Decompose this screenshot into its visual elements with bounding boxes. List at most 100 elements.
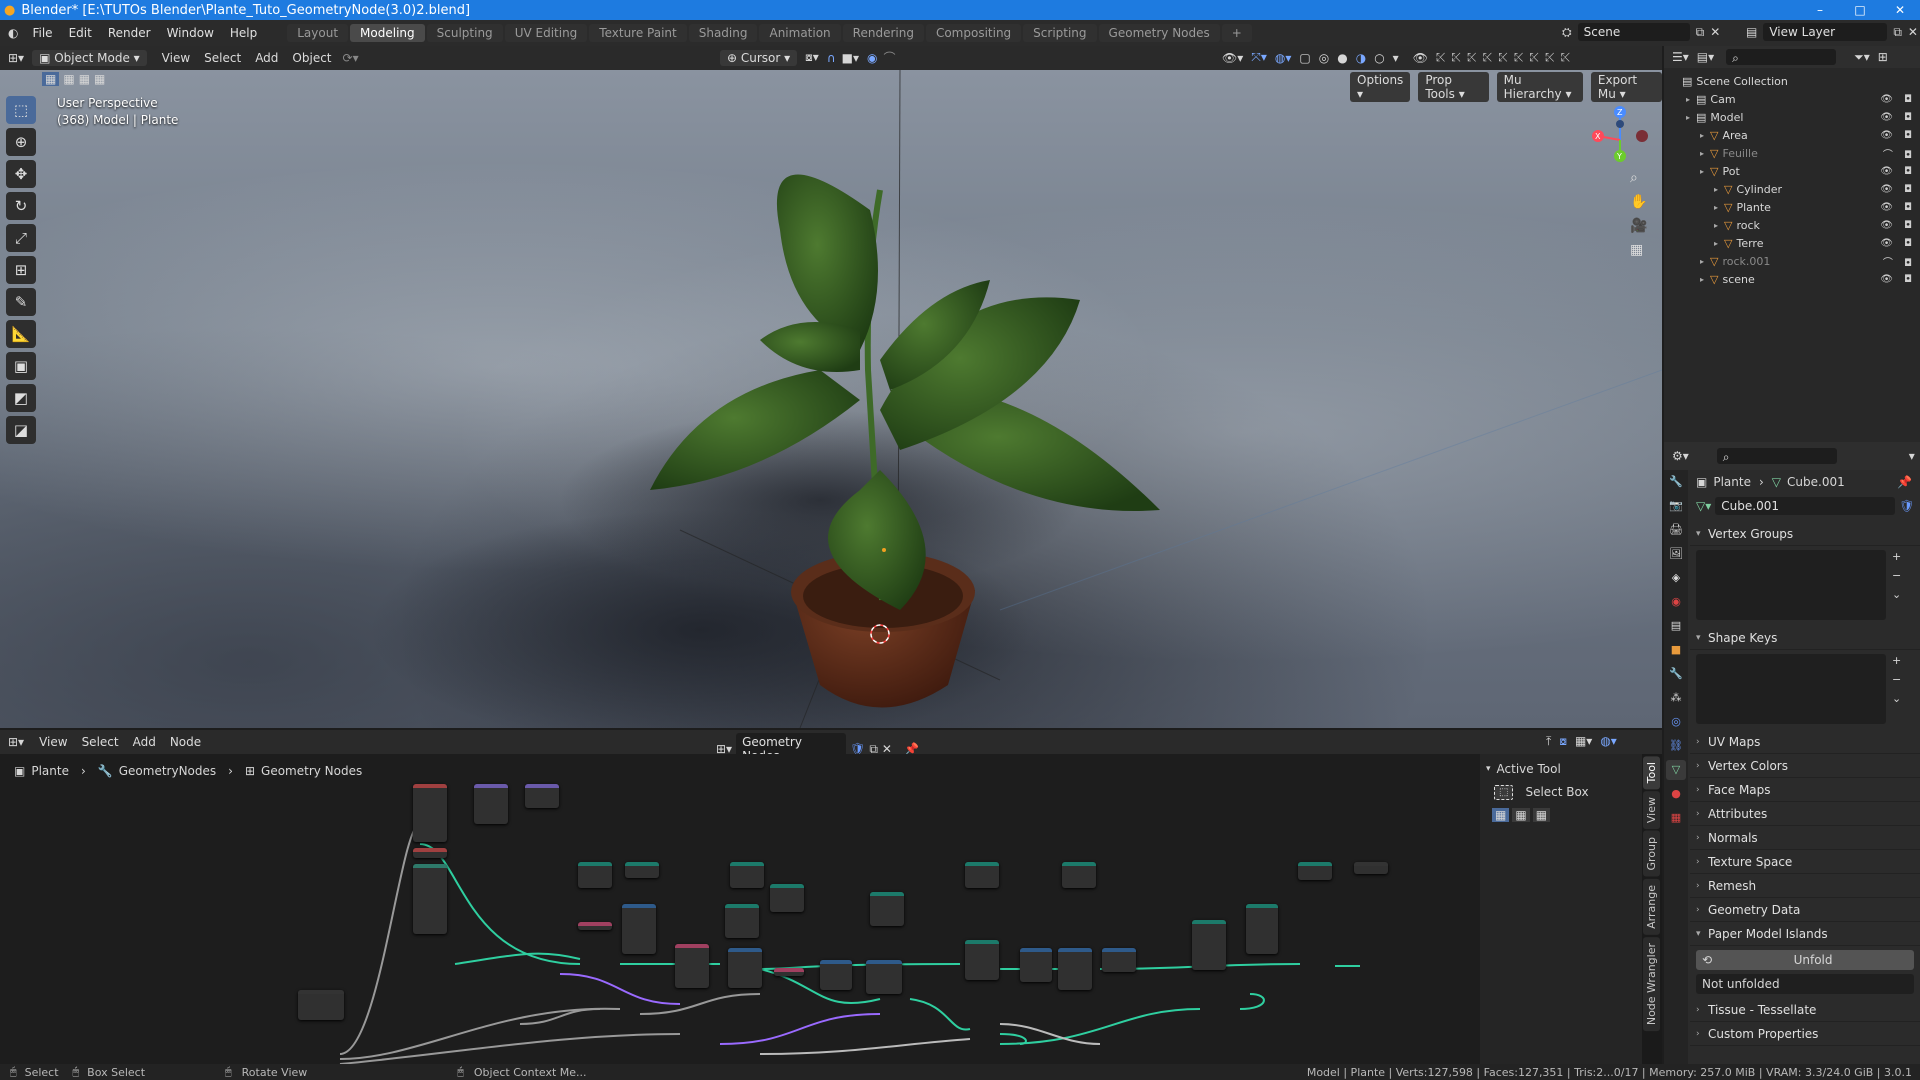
sidebar-tab-tool[interactable]: Tool [1643,756,1660,790]
outliner-row[interactable]: ▸ ▽ Plante 👁 ◘ [1664,198,1920,216]
properties-search-input[interactable]: ⌕ [1716,448,1837,464]
node-snap-icon[interactable]: ⧇ [1559,734,1567,749]
xray-icon[interactable]: ▢ [1299,51,1310,65]
export-mu-dropdown[interactable]: Export Mu ▾ [1590,72,1662,102]
mode-set-icon[interactable]: ▦ [1492,808,1510,822]
snap-icon[interactable]: ⧇▾ [805,50,819,65]
expand-chevron-icon[interactable]: ▸ [1700,131,1710,140]
menu-render[interactable]: Render [100,26,159,40]
shading-rendered-icon[interactable]: ○ [1374,51,1384,65]
menu-icon[interactable]: ⌄ [1892,588,1901,601]
magnet-icon[interactable]: ∩ [827,51,836,65]
properties-section[interactable]: › Geometry Data [1690,898,1920,922]
sidebar-tab-arrange[interactable]: Arrange [1643,878,1660,935]
tab-sculpting[interactable]: Sculpting [426,24,503,42]
visibility-toggle-icons[interactable]: 👁 ◘ [1880,94,1916,105]
add-cube-tool-icon[interactable]: ▣ [6,352,36,380]
list-box[interactable] [1696,550,1886,620]
properties-editor-icon[interactable]: ⚙▾ [1664,449,1697,463]
expand-chevron-icon[interactable]: ▸ [1700,167,1710,176]
properties-section[interactable]: › Custom Properties [1690,1022,1920,1046]
scene-remove-icon[interactable]: ✕ [1710,25,1720,39]
node[interactable] [730,862,764,888]
object-tab-icon[interactable]: ■ [1666,640,1686,660]
node-parent-icon[interactable]: ⤒ [1546,734,1551,749]
minimize-button[interactable]: – [1800,0,1840,20]
outliner-row[interactable]: ▸ ▽ rock.001 ⌒ ◘ [1664,252,1920,270]
select-subtract-icon[interactable]: ▦ [79,72,90,86]
select-set-icon[interactable]: ▦ [42,72,60,86]
tab-layout[interactable]: Layout [287,24,349,42]
scene-new-icon[interactable]: ⧉ [1696,25,1705,40]
properties-options-icon[interactable]: ▾ [1909,449,1915,463]
expand-chevron-icon[interactable]: ▸ [1686,95,1696,104]
node[interactable] [1102,948,1136,972]
ortho-grid-icon[interactable]: ▦ [1630,242,1647,258]
outliner-row[interactable]: ▸ ▽ Area 👁 ◘ [1664,126,1920,144]
visibility-toggle-icons[interactable]: 👁 ◘ [1880,130,1916,141]
mode-extend-icon[interactable]: ▦ [1512,808,1530,822]
node[interactable] [413,864,447,934]
visibility-toggle-icons[interactable]: 👁 ◘ [1880,220,1916,231]
properties-section[interactable]: › Texture Space [1690,850,1920,874]
collapse-chevron-icon[interactable]: ▾ [1486,764,1491,774]
particles-tab-icon[interactable]: ⁂ [1666,688,1686,708]
select-box-icon[interactable]: ⬚ [1494,784,1514,800]
zoom-icon[interactable]: ⌕ [1630,170,1647,186]
outliner-row[interactable]: ▸ ▽ Pot 👁 ◘ [1664,162,1920,180]
menu-object[interactable]: Object [285,51,338,65]
shading-material-icon[interactable]: ◑ [1356,51,1366,65]
properties-section[interactable]: › Remesh [1690,874,1920,898]
mu-hierarchy-dropdown[interactable]: Mu Hierarchy ▾ [1496,72,1583,102]
menu-view[interactable]: View [155,51,197,65]
shading-options-icon[interactable]: ▾ [1393,51,1399,65]
prop-tools-dropdown[interactable]: Prop Tools ▾ [1418,72,1489,102]
outliner-row[interactable]: ▤ Scene Collection [1664,72,1920,90]
node-editor-canvas[interactable]: ▣ Plante › 🔧 GeometryNodes › ⊞ Geometry … [0,754,1642,1064]
node[interactable] [965,940,999,980]
tab-geometry-nodes[interactable]: Geometry Nodes [1098,24,1220,42]
node-menu-select[interactable]: Select [75,735,126,749]
pan-hand-icon[interactable]: ✋ [1630,194,1647,210]
node[interactable] [1246,904,1278,954]
hide-eye-icon[interactable]: 👁 [1413,51,1428,65]
constraints-tab-icon[interactable]: ⛓ [1666,736,1686,756]
pivot-selector[interactable]: ⊕ Cursor ▾ [720,49,798,66]
properties-section[interactable]: › Vertex Colors [1690,754,1920,778]
node[interactable] [770,884,804,912]
properties-section[interactable]: › UV Maps [1690,730,1920,754]
add-icon[interactable]: + [1892,550,1901,563]
tool-tab-icon[interactable]: 🔧 [1666,472,1686,492]
node[interactable] [1192,920,1226,970]
modifier-tab-icon[interactable]: 🔧 [1666,664,1686,684]
group-input-node[interactable] [298,990,344,1020]
outliner-row[interactable]: ▸ ▽ rock 👁 ◘ [1664,216,1920,234]
outliner-editor-icon[interactable]: ☰▾ [1664,50,1697,64]
visibility-toggle-icons[interactable]: 👁 ◘ [1880,184,1916,195]
camera-view-icon[interactable]: 🎥 [1630,218,1647,234]
scene-tab-icon[interactable]: ◈ [1666,568,1686,588]
visibility-toggle-icons[interactable]: 👁 ◘ [1880,112,1916,123]
expand-chevron-icon[interactable]: ▸ [1686,113,1696,122]
visibility-toggle-icons[interactable]: 👁 ◘ [1880,274,1916,285]
collection-tab-icon[interactable]: ▤ [1666,616,1686,636]
extra-tool-2-icon[interactable]: ◪ [6,416,36,444]
node[interactable] [1020,948,1052,982]
select-extend-icon[interactable]: ▦ [63,72,74,86]
view-layer-remove-icon[interactable]: ✕ [1908,25,1918,39]
properties-section[interactable]: › Attributes [1690,802,1920,826]
node[interactable] [525,784,559,808]
shading-solid-icon[interactable]: ● [1337,51,1347,65]
node-menu-add[interactable]: Add [126,735,163,749]
fake-user-icon[interactable]: 🛡 [1899,499,1914,513]
unfold-button[interactable]: ⟲ Unfold [1696,950,1914,970]
options-dropdown[interactable]: Options ▾ [1350,72,1411,102]
menu-help[interactable]: Help [222,26,265,40]
render-tab-icon[interactable]: 📷 [1666,496,1686,516]
properties-section[interactable]: › Normals [1690,826,1920,850]
proportional-edit-icon[interactable]: ◉ [867,51,877,65]
outliner-row[interactable]: ▸ ▤ Model 👁 ◘ [1664,108,1920,126]
outliner-row[interactable]: ▸ ▽ Feuille ⌒ ◘ [1664,144,1920,162]
view-layer-icon[interactable]: ▤ [1746,25,1757,39]
material-tab-icon[interactable]: ● [1666,784,1686,804]
